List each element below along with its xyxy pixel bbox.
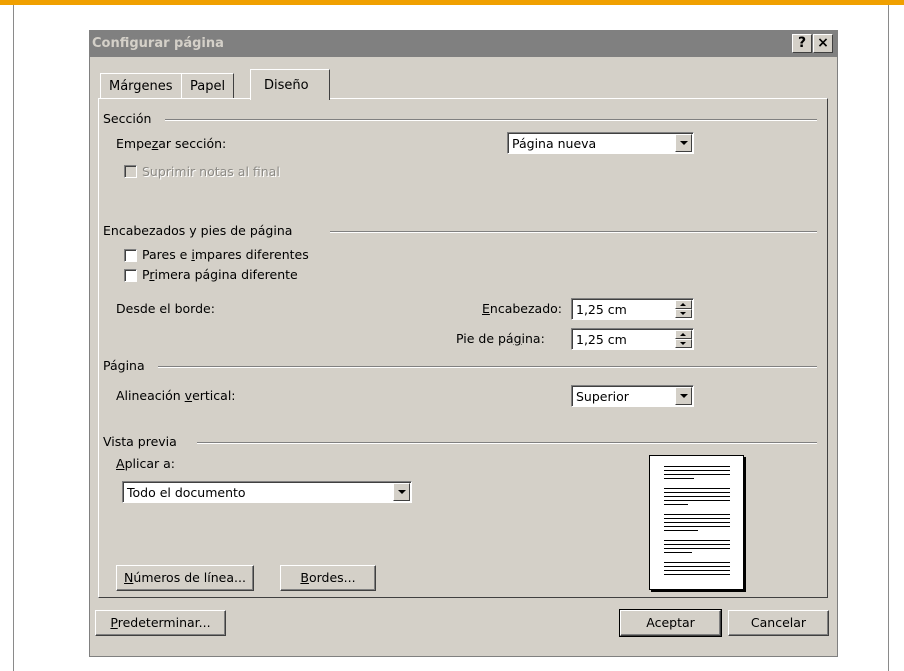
help-button[interactable]: ? bbox=[792, 34, 812, 53]
page-setup-dialog: Configurar página ? × Márgenes Papel Dis… bbox=[89, 30, 838, 657]
footer-distance-spinner[interactable] bbox=[675, 330, 692, 348]
from-edge-label: Desde el borde: bbox=[116, 301, 215, 316]
tab-margenes[interactable]: Márgenes bbox=[100, 73, 182, 98]
page-preview-thumbnail bbox=[649, 455, 744, 590]
section-start-select[interactable]: Página nueva bbox=[507, 132, 694, 154]
header-distance-input[interactable]: 1,25 cm bbox=[571, 298, 694, 320]
preview-divider bbox=[197, 442, 817, 444]
headers-footers-divider bbox=[330, 231, 817, 233]
ok-button[interactable]: Aceptar bbox=[619, 609, 722, 637]
frame-border-right bbox=[888, 5, 889, 671]
odd-even-checkbox[interactable] bbox=[124, 249, 137, 262]
dialog-titlebar[interactable]: Configurar página ? × bbox=[90, 31, 837, 57]
vertical-align-select[interactable]: Superior bbox=[571, 385, 694, 407]
page-header: Página bbox=[103, 358, 145, 373]
section-divider bbox=[165, 119, 817, 121]
suppress-endnotes-checkbox[interactable] bbox=[124, 165, 137, 178]
line-numbers-button[interactable]: Números de línea... bbox=[116, 565, 254, 591]
page-divider bbox=[158, 366, 817, 368]
odd-even-label: Pares e impares diferentes bbox=[142, 247, 309, 262]
close-button[interactable]: × bbox=[813, 34, 833, 53]
header-distance-spinner[interactable] bbox=[675, 300, 692, 318]
spin-up-icon[interactable] bbox=[675, 330, 692, 339]
dialog-title: Configurar página bbox=[92, 36, 224, 51]
section-header: Sección bbox=[103, 111, 152, 126]
footer-distance-input[interactable]: 1,25 cm bbox=[571, 328, 694, 350]
chevron-down-icon[interactable] bbox=[675, 387, 692, 405]
first-page-label: Primera página diferente bbox=[142, 267, 298, 282]
first-page-checkbox[interactable] bbox=[124, 269, 137, 282]
spin-down-icon[interactable] bbox=[675, 309, 692, 318]
apply-to-label: Aplicar a: bbox=[116, 456, 175, 471]
headers-footers-header: Encabezados y pies de página bbox=[103, 223, 293, 238]
chevron-down-icon[interactable] bbox=[393, 483, 410, 501]
section-start-label: Empezar sección: bbox=[116, 136, 227, 151]
preview-header: Vista previa bbox=[103, 434, 177, 449]
tab-papel[interactable]: Papel bbox=[181, 73, 235, 98]
spin-up-icon[interactable] bbox=[675, 300, 692, 309]
header-distance-label: Encabezado: bbox=[482, 301, 563, 316]
vertical-align-label: Alineación vertical: bbox=[116, 388, 236, 403]
spin-down-icon[interactable] bbox=[675, 339, 692, 348]
apply-to-select[interactable]: Todo el documento bbox=[122, 481, 412, 503]
frame-border-left bbox=[13, 5, 14, 671]
borders-button[interactable]: Bordes... bbox=[280, 565, 376, 591]
suppress-endnotes-label: Suprimir notas al final bbox=[142, 164, 280, 179]
footer-distance-label: Pie de página: bbox=[456, 331, 545, 346]
top-accent-bar bbox=[0, 0, 904, 5]
chevron-down-icon[interactable] bbox=[675, 134, 692, 152]
tab-diseno[interactable]: Diseño bbox=[250, 69, 330, 100]
set-default-button[interactable]: Predeterminar... bbox=[95, 610, 226, 636]
cancel-button[interactable]: Cancelar bbox=[728, 610, 829, 636]
